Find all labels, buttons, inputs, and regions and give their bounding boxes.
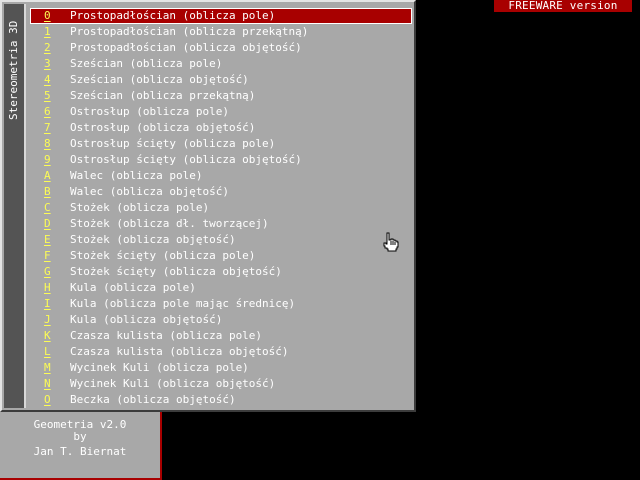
menu-item-hotkey: J [44,313,51,326]
menu-item-label: Stożek ścięty (oblicza pole) [70,249,256,262]
menu-item-hotkey: M [44,361,51,374]
menu-item-a[interactable]: A Walec (oblicza pole) [30,168,412,184]
menu-item-n[interactable]: N Wycinek Kuli (oblicza objętość) [30,376,412,392]
menu-item-label: Sześcian (oblicza przekątną) [70,89,256,102]
menu-item-hotkey: 3 [44,57,51,70]
menu-item-label: Beczka (oblicza objętość) [70,393,236,406]
menu-item-label: Stożek ścięty (oblicza objętość) [70,265,282,278]
menu-item-label: Kula (oblicza pole mając średnicę) [70,297,296,310]
menu-item-hotkey: 6 [44,105,51,118]
menu-item-label: Czasza kulista (oblicza objętość) [70,345,289,358]
menu-item-hotkey: 2 [44,41,51,54]
menu-item-hotkey: 0 [44,9,51,22]
menu-item-8[interactable]: 8 Ostrosłup ścięty (oblicza pole) [30,136,412,152]
menu-item-3[interactable]: 3 Sześcian (oblicza pole) [30,56,412,72]
menu-item-hotkey: H [44,281,51,294]
menu-item-hotkey: E [44,233,51,246]
menu-item-label: Sześcian (oblicza objętość) [70,73,249,86]
menu-item-label: Ostrosłup (oblicza objętość) [70,121,256,134]
menu-inner-edge [24,4,26,408]
menu-item-label: Prostopadłościan (oblicza przekątną) [70,25,309,38]
menu-title: Stereometria 3D [7,20,20,120]
menu-item-k[interactable]: K Czasza kulista (oblicza pole) [30,328,412,344]
menu-item-9[interactable]: 9 Ostrosłup ścięty (oblicza objętość) [30,152,412,168]
credits-panel: Geometria v2.0 by Jan T. Biernat [0,412,162,480]
menu-item-i[interactable]: I Kula (oblicza pole mając średnicę) [30,296,412,312]
menu-item-hotkey: A [44,169,51,182]
menu-item-l[interactable]: L Czasza kulista (oblicza objętość) [30,344,412,360]
menu-item-label: Prostopadłościan (oblicza objętość) [70,41,302,54]
menu-item-label: Sześcian (oblicza pole) [70,57,223,70]
menu-item-label: Stożek (oblicza objętość) [70,233,236,246]
menu-item-label: Walec (oblicza pole) [70,169,203,182]
credits-author: Jan T. Biernat [33,445,127,458]
menu-item-label: Kula (oblicza objętość) [70,313,223,326]
credits-by: by [73,430,87,443]
menu-item-hotkey: K [44,329,51,342]
freeware-banner: FREEWARE version [494,0,632,12]
menu-item-label: Prostopadłościan (oblicza pole) [70,9,276,22]
menu-item-1[interactable]: 1 Prostopadłościan (oblicza przekątną) [30,24,412,40]
menu-list: 0 Prostopadłościan (oblicza pole) 1 Prostop… [30,8,412,408]
menu-item-label: Ostrosłup ścięty (oblicza objętość) [70,153,302,166]
menu-item-hotkey: 8 [44,137,51,150]
menu-side-strip: Stereometria 3D [4,4,24,408]
menu-item-hotkey: 4 [44,73,51,86]
menu-item-c[interactable]: C Stożek (oblicza pole) [30,200,412,216]
menu-item-label: Wycinek Kuli (oblicza objętość) [70,377,276,390]
menu-item-hotkey: 5 [44,89,51,102]
menu-item-d[interactable]: D Stożek (oblicza dł. tworzącej) [30,216,412,232]
menu-item-h[interactable]: H Kula (oblicza pole) [30,280,412,296]
menu-item-f[interactable]: F Stożek ścięty (oblicza pole) [30,248,412,264]
menu-item-2[interactable]: 2 Prostopadłościan (oblicza objętość) [30,40,412,56]
menu-item-hotkey: 7 [44,121,51,134]
menu-item-label: Stożek (oblicza dł. tworzącej) [70,217,269,230]
menu-item-m[interactable]: M Wycinek Kuli (oblicza pole) [30,360,412,376]
menu-item-label: Kula (oblicza pole) [70,281,196,294]
menu-item-hotkey: O [44,393,51,406]
menu-item-4[interactable]: 4 Sześcian (oblicza objętość) [30,72,412,88]
menu-item-e[interactable]: E Stożek (oblicza objętość) [30,232,412,248]
menu-item-hotkey: I [44,297,51,310]
menu-item-hotkey: L [44,345,51,358]
menu-item-7[interactable]: 7 Ostrosłup (oblicza objętość) [30,120,412,136]
menu-item-hotkey: C [44,201,51,214]
menu-item-label: Wycinek Kuli (oblicza pole) [70,361,249,374]
menu-item-0[interactable]: 0 Prostopadłościan (oblicza pole) [30,8,412,24]
menu-item-hotkey: 1 [44,25,51,38]
menu-item-label: Czasza kulista (oblicza pole) [70,329,263,342]
menu-panel: Stereometria 3D 0 Prostopadłościan (oblic… [0,0,416,412]
menu-item-hotkey: F [44,249,51,262]
menu-item-6[interactable]: 6 Ostrosłup (oblicza pole) [30,104,412,120]
menu-item-o[interactable]: O Beczka (oblicza objętość) [30,392,412,408]
menu-item-hotkey: N [44,377,51,390]
menu-item-b[interactable]: B Walec (oblicza objętość) [30,184,412,200]
hand-pointer-icon [383,232,399,252]
menu-item-hotkey: G [44,265,51,278]
menu-item-g[interactable]: G Stożek ścięty (oblicza objętość) [30,264,412,280]
menu-item-hotkey: B [44,185,51,198]
menu-item-5[interactable]: 5 Sześcian (oblicza przekątną) [30,88,412,104]
menu-item-j[interactable]: J Kula (oblicza objętość) [30,312,412,328]
menu-item-label: Stożek (oblicza pole) [70,201,210,214]
menu-item-label: Ostrosłup (oblicza pole) [70,105,229,118]
menu-item-hotkey: D [44,217,51,230]
menu-item-label: Walec (oblicza objętość) [70,185,229,198]
menu-item-hotkey: 9 [44,153,51,166]
menu-item-label: Ostrosłup ścięty (oblicza pole) [70,137,276,150]
